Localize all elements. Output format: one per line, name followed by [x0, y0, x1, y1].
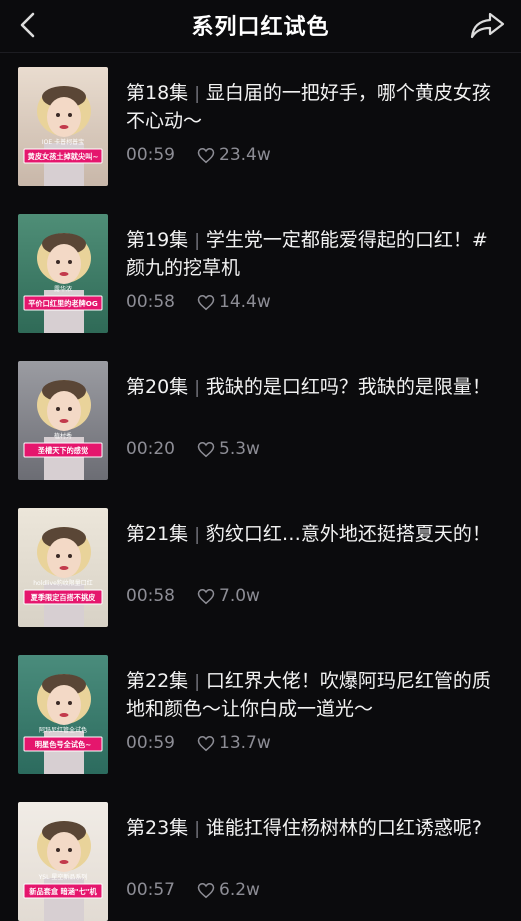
duration: 00:20: [126, 439, 175, 459]
page-title: 系列口红试色: [191, 15, 330, 40]
video-thumbnail[interactable]: 阿玛尼红管全试色 明星色号全试色~: [18, 655, 108, 774]
duration: 00:58: [126, 292, 175, 312]
episode-title[interactable]: 第21集 | 豹纹口红…意外地还挺搭夏天的！: [126, 521, 496, 549]
title-separator: |: [194, 378, 200, 398]
duration: 00:58: [126, 586, 175, 606]
like-count: 5.3w: [219, 439, 260, 459]
episode-meta: 00:58 14.4w: [126, 291, 271, 313]
title-separator: |: [194, 819, 200, 839]
list-item[interactable]: holdlive豹纹限量口红 夏季限定百搭不挑皮 第21集 | 豹纹口红…意外地还挺…: [0, 493, 521, 627]
heart-icon: [197, 147, 215, 163]
video-thumbnail[interactable]: IOE 卡普柯普宝 黄皮女孩土掉就尖叫~: [18, 67, 108, 186]
episode-title-text: 我缺的是口红吗？我缺的是限量！: [205, 376, 491, 398]
episode-meta: 00:57 6.2w: [126, 879, 260, 901]
episode-title[interactable]: 第20集 | 我缺的是口红吗？我缺的是限量！: [126, 374, 496, 402]
episode-meta: 00:59 13.7w: [126, 732, 271, 754]
episode-number: 第22集: [126, 670, 189, 692]
thumbnail-caption: 圣槽天下的感觉: [37, 446, 89, 455]
video-thumbnail[interactable]: holdlive豹纹限量口红 夏季限定百搭不挑皮: [18, 508, 108, 627]
thumbnail-small-label: IOE 卡普柯普宝: [41, 139, 85, 146]
like-count: 13.7w: [219, 733, 271, 753]
episode-title[interactable]: 第19集 | 学生党一定都能爱得起的口红！#颜九的挖草机: [126, 227, 496, 282]
episode-number: 第20集: [126, 376, 189, 398]
heart-icon: [197, 588, 215, 604]
episode-meta: 00:59 23.4w: [126, 144, 271, 166]
title-separator: |: [194, 231, 200, 251]
duration: 00:57: [126, 880, 175, 900]
episode-title[interactable]: 第22集 | 口红界大佬！吹爆阿玛尼红管的质地和颜色～让你白成一道光～: [126, 668, 496, 723]
like-count: 23.4w: [219, 145, 271, 165]
thumbnail-small-label: 阿玛尼红管全试色: [38, 727, 87, 734]
video-thumbnail[interactable]: 露华浓 平价口红里的老牌OG: [18, 214, 108, 333]
thumbnail-small-label: YSL 星空新品系列: [38, 874, 88, 881]
video-thumbnail[interactable]: YSL 星空新品系列 新品套盒 暗涵"七"机: [18, 802, 108, 921]
heart-icon: [197, 882, 215, 898]
episode-meta: 00:58 7.0w: [126, 585, 260, 607]
duration: 00:59: [126, 733, 175, 753]
title-separator: |: [194, 84, 200, 104]
list-item[interactable]: YSL 星空新品系列 新品套盒 暗涵"七"机 第23集 | 谁能扛得住杨树林的口红诱…: [0, 787, 521, 921]
thumbnail-caption: 黄皮女孩土掉就尖叫~: [27, 152, 99, 161]
like-count: 7.0w: [219, 586, 260, 606]
list-item[interactable]: 植村秀 圣槽天下的感觉 第20集 | 我缺的是口红吗？我缺的是限量！ 00:20 5…: [0, 346, 521, 480]
heart-icon: [197, 441, 215, 457]
top-nav-bar: 系列口红试色: [0, 0, 521, 53]
thumbnail-small-label: 植村秀: [53, 433, 72, 440]
thumbnail-caption: 新品套盒 暗涵"七"机: [29, 887, 97, 896]
episode-meta: 00:20 5.3w: [126, 438, 260, 460]
like-count: 14.4w: [219, 292, 271, 312]
share-icon[interactable]: [469, 10, 507, 40]
episode-title[interactable]: 第18集 | 显白届的一把好手，哪个黄皮女孩不心动～: [126, 80, 496, 135]
episode-number: 第19集: [126, 229, 189, 251]
title-separator: |: [194, 525, 200, 545]
heart-icon: [197, 294, 215, 310]
list-item[interactable]: 阿玛尼红管全试色 明星色号全试色~ 第22集 | 口红界大佬！吹爆阿玛尼红管的质地和…: [0, 640, 521, 774]
duration: 00:59: [126, 145, 175, 165]
thumbnail-caption: 平价口红里的老牌OG: [28, 299, 98, 308]
episode-number: 第23集: [126, 817, 189, 839]
episode-number: 第21集: [126, 523, 189, 545]
episode-title[interactable]: 第23集 | 谁能扛得住杨树林的口红诱惑呢?: [126, 815, 496, 843]
thumbnail-caption: 夏季限定百搭不挑皮: [30, 593, 96, 602]
thumbnail-small-label: 露华浓: [53, 286, 72, 293]
thumbnail-caption: 明星色号全试色~: [34, 740, 92, 749]
episode-number: 第18集: [126, 82, 189, 104]
video-thumbnail[interactable]: 植村秀 圣槽天下的感觉: [18, 361, 108, 480]
thumbnail-small-label: holdlive豹纹限量口红: [33, 580, 93, 587]
episode-title-text: 谁能扛得住杨树林的口红诱惑呢?: [205, 817, 483, 839]
heart-icon: [197, 735, 215, 751]
like-count: 6.2w: [219, 880, 260, 900]
list-item[interactable]: 露华浓 平价口红里的老牌OG 第19集 | 学生党一定都能爱得起的口红！#颜九的挖草…: [0, 199, 521, 333]
episode-title-text: 豹纹口红…意外地还挺搭夏天的！: [205, 523, 491, 545]
title-separator: |: [194, 672, 200, 692]
list-item[interactable]: IOE 卡普柯普宝 黄皮女孩土掉就尖叫~ 第18集 | 显白届的一把好手，哪个黄皮女…: [0, 52, 521, 186]
